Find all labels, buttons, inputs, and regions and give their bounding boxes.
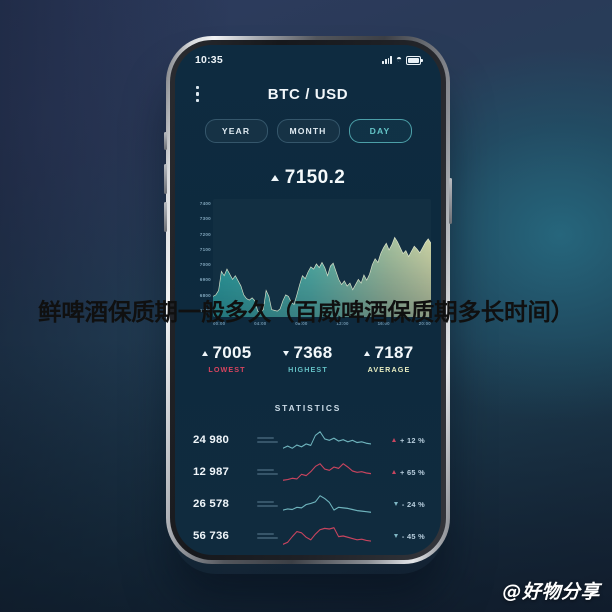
- screenshot-canvas: 10:35 ◓ BTC / USD YEAR MONTH DAY 7150.2 …: [0, 0, 612, 612]
- sparkline-chart: [282, 461, 372, 483]
- change-value: - 24 %: [401, 499, 425, 509]
- period-button-month[interactable]: MONTH: [276, 119, 340, 143]
- change-indicator: - 45 %: [371, 532, 425, 541]
- change-value: + 65 %: [399, 467, 425, 477]
- statistics-sublabel: [257, 532, 283, 540]
- sparkline-chart: [282, 493, 372, 515]
- summary-item-highest: 7368 HIGHEST: [275, 343, 341, 374]
- sparkline-svg: [282, 463, 372, 481]
- table-row[interactable]: 26 578 - 24 %: [193, 491, 425, 517]
- statistics-value: 24 980: [193, 434, 230, 446]
- statistics-value: 26 578: [193, 498, 230, 510]
- y-tick: 7200: [199, 231, 211, 237]
- wifi-icon: ◓: [395, 54, 402, 65]
- change-value: - 45 %: [401, 531, 425, 541]
- summary-value: 7187: [374, 343, 414, 362]
- triangle-up-icon: [270, 175, 279, 181]
- volume-down-button[interactable]: [164, 202, 167, 232]
- summary-row: 7005 LOWEST 7368 HIGHEST 7187 AVERAGE: [175, 343, 441, 374]
- summary-item-average: 7187 AVERAGE: [356, 343, 422, 374]
- y-tick: 7100: [199, 246, 211, 252]
- caption-text: 鲜啤酒保质期一般多久（百威啤酒保质期多长时间）: [38, 298, 574, 326]
- battery-full-icon: [406, 55, 423, 65]
- current-price-value: 7150.2: [284, 167, 346, 188]
- triangle-down-icon: [393, 534, 398, 538]
- triangle-up-icon: [391, 438, 396, 442]
- triangle-down-icon: [283, 350, 290, 356]
- status-bar-icons: ◓: [382, 54, 423, 65]
- statistics-sublabel: [257, 436, 283, 444]
- statistics-title: STATISTICS: [274, 403, 342, 413]
- triangle-down-icon: [393, 502, 398, 506]
- summary-value: 7368: [293, 343, 333, 362]
- table-row[interactable]: 56 736 - 45 %: [193, 523, 425, 549]
- statistics-value: 56 736: [193, 530, 230, 542]
- statistics-value: 12 987: [193, 466, 230, 478]
- volume-up-button[interactable]: [164, 164, 167, 194]
- triangle-up-icon: [202, 350, 209, 356]
- triangle-up-icon: [391, 470, 396, 474]
- mute-switch-button[interactable]: [164, 132, 167, 150]
- period-button-day[interactable]: DAY: [348, 119, 412, 143]
- status-bar-time: 10:35: [195, 54, 223, 66]
- currency-pair-title: BTC / USD: [267, 85, 349, 103]
- kebab-menu-icon[interactable]: [196, 85, 200, 103]
- sparkline-svg: [282, 495, 372, 513]
- sparkline-svg: [282, 527, 372, 545]
- watermark: @好物分享: [502, 581, 600, 603]
- y-tick: 7000: [199, 262, 211, 268]
- table-row[interactable]: 12 987 + 65 %: [193, 459, 425, 485]
- change-value: + 12 %: [399, 435, 425, 445]
- signal-bars-icon: [382, 56, 392, 64]
- change-indicator: + 12 %: [371, 436, 425, 445]
- table-row[interactable]: 24 980 + 12 %: [193, 427, 425, 453]
- change-indicator: + 65 %: [371, 468, 425, 477]
- summary-value: 7005: [212, 343, 252, 362]
- caption-overlay: 鲜啤酒保质期一般多久（百威啤酒保质期多长时间）: [0, 288, 612, 332]
- current-price-row: 7150.2: [175, 167, 441, 189]
- sparkline-chart: [282, 525, 372, 547]
- change-indicator: - 24 %: [371, 500, 425, 509]
- period-toggle-group: YEAR MONTH DAY: [175, 119, 441, 143]
- period-button-year[interactable]: YEAR: [204, 119, 268, 143]
- status-bar: 10:35 ◓: [175, 45, 441, 75]
- statistics-sublabel: [257, 500, 283, 508]
- sparkline-svg: [282, 431, 372, 449]
- y-tick: 7300: [199, 216, 211, 222]
- summary-label: LOWEST: [208, 365, 246, 374]
- app-header: BTC / USD: [175, 77, 441, 111]
- power-button[interactable]: [449, 178, 452, 224]
- triangle-up-icon: [364, 350, 371, 356]
- summary-label: HIGHEST: [288, 365, 328, 374]
- y-tick: 6900: [199, 277, 211, 283]
- statistics-sublabel: [257, 468, 283, 476]
- y-tick: 7400: [199, 201, 211, 206]
- sparkline-chart: [282, 429, 372, 451]
- summary-label: AVERAGE: [367, 365, 411, 374]
- summary-item-lowest: 7005 LOWEST: [194, 343, 260, 374]
